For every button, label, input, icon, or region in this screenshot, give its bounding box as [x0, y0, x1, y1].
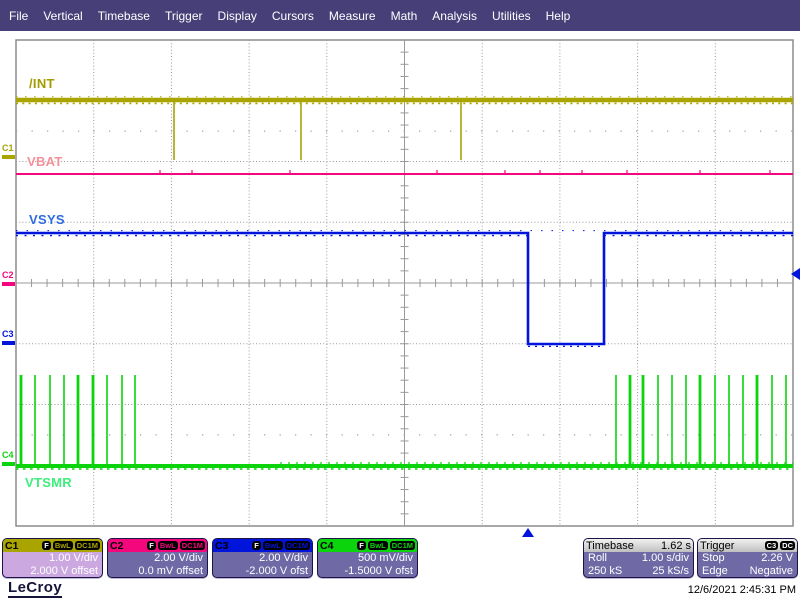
channel-zero-dash — [2, 341, 15, 345]
trigger-level-marker[interactable] — [791, 268, 800, 280]
channel-scale: 2.00 V/div — [213, 552, 312, 565]
f-badge: F — [357, 541, 366, 550]
trace-label-vtsmr: VTSMR — [25, 475, 72, 490]
dc1m-badge: DC1M — [75, 541, 100, 550]
trigger-level: 2.26 V — [761, 552, 793, 565]
dc1m-badge: DC1M — [390, 541, 415, 550]
c1-offset-marker[interactable]: C1 — [2, 144, 15, 159]
trigger-type: Edge — [702, 565, 728, 578]
channel-offset: -2.000 V ofst — [213, 565, 312, 578]
grid — [16, 40, 793, 526]
trigger-coupling-badge: DC — [780, 541, 795, 550]
channel-scale: 2.00 V/div — [108, 552, 207, 565]
channel-offset: 0.0 mV offset — [108, 565, 207, 578]
trigger-mode: Stop — [702, 552, 725, 565]
trigger-title: Trigger — [700, 540, 734, 552]
trace-label-int: /INT — [29, 76, 55, 91]
channel-box-c2[interactable]: C2 FBwLDC1M 2.00 V/div0.0 mV offset — [107, 538, 208, 578]
trigger-source-badge: C3 — [765, 541, 779, 550]
trace-label-vbat: VBAT — [27, 154, 63, 169]
channel-zero-dash — [2, 282, 15, 286]
dc1m-badge: DC1M — [180, 541, 205, 550]
channel-offset: -1.5000 V ofst — [318, 565, 417, 578]
c2-offset-marker[interactable]: C2 — [2, 271, 15, 286]
channel-box-c3[interactable]: C3 FBwLDC1M 2.00 V/div-2.000 V ofst — [212, 538, 313, 578]
channel-id: C1 — [5, 540, 18, 552]
f-badge: F — [42, 541, 51, 550]
channel-scale: 500 mV/div — [318, 552, 417, 565]
channel-marker-label: C1 — [2, 144, 15, 153]
bwl-badge: BwL — [368, 541, 388, 550]
channel-marker-label: C2 — [2, 271, 15, 280]
c3-offset-marker[interactable]: C3 — [2, 330, 15, 345]
channel-id: C3 — [215, 540, 228, 552]
channel-marker-label: C4 — [2, 451, 15, 460]
timebase-mode: Roll — [588, 552, 607, 565]
timebase-scale: 1.00 s/div — [642, 552, 689, 565]
channel-id: C4 — [320, 540, 333, 552]
trace-label-vsys: VSYS — [29, 212, 65, 227]
bwl-badge: BwL — [263, 541, 283, 550]
lecroy-logo: LeCroy — [8, 579, 62, 598]
channel-box-c1[interactable]: C1 FBwLDC1M 1.00 V/div2.000 V offset — [2, 538, 103, 578]
bwl-badge: BwL — [53, 541, 73, 550]
channel-box-c4[interactable]: C4 FBwLDC1M 500 mV/div-1.5000 V ofst — [317, 538, 418, 578]
c4-offset-marker[interactable]: C4 — [2, 451, 15, 466]
dc1m-badge: DC1M — [285, 541, 310, 550]
trigger-box[interactable]: Trigger C3 DC Stop 2.26 V Edge Negative — [697, 538, 798, 578]
timebase-title: Timebase — [586, 540, 634, 552]
channel-id: C2 — [110, 540, 123, 552]
timebase-box[interactable]: Timebase 1.62 s Roll 1.00 s/div 250 kS 2… — [583, 538, 694, 578]
channel-offset: 2.000 V offset — [3, 565, 102, 578]
timebase-rate: 25 kS/s — [652, 565, 689, 578]
bwl-badge: BwL — [158, 541, 178, 550]
channel-zero-dash — [2, 462, 15, 466]
trigger-slope: Negative — [750, 565, 793, 578]
timebase-samples: 250 kS — [588, 565, 622, 578]
channel-scale: 1.00 V/div — [3, 552, 102, 565]
timestamp: 12/6/2021 2:45:31 PM — [688, 584, 796, 596]
f-badge: F — [252, 541, 261, 550]
channel-marker-label: C3 — [2, 330, 15, 339]
channel-zero-dash — [2, 155, 15, 159]
timebase-value: 1.62 s — [661, 540, 691, 552]
f-badge: F — [147, 541, 156, 550]
trigger-position-marker[interactable] — [522, 528, 534, 537]
graticule — [0, 0, 800, 540]
